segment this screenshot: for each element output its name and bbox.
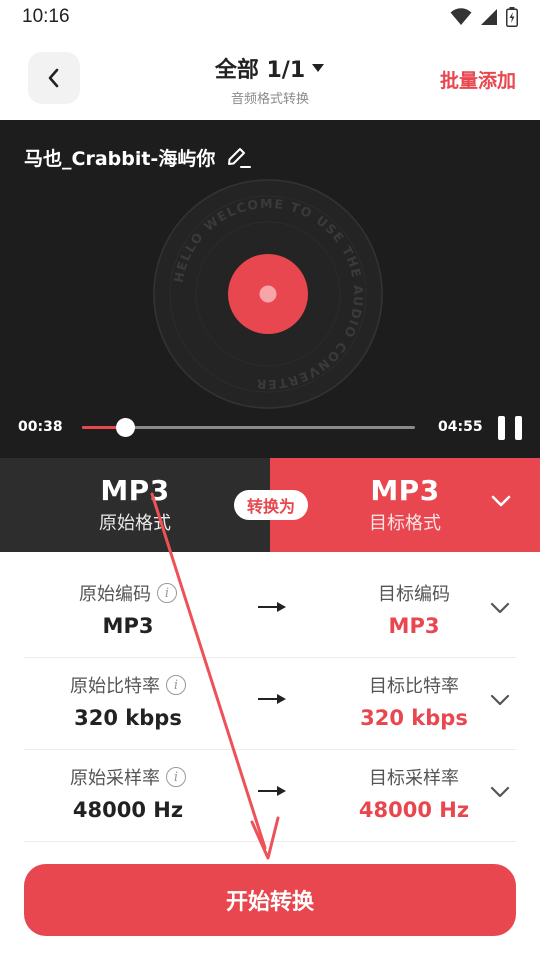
param-target-label: 目标采样率 — [369, 768, 459, 789]
info-icon[interactable]: i — [157, 583, 177, 603]
param-target-label: 目标比特率 — [369, 676, 459, 697]
format-band: MP3 原始格式 MP3 目标格式 转换为 — [0, 458, 540, 552]
signal-icon — [481, 9, 497, 25]
file-selector[interactable]: 全部 1/1 — [170, 52, 370, 84]
target-codec-selector[interactable]: 目标编码 MP3 — [324, 566, 516, 658]
vinyl-disc: HELLO WELCOME TO USE THE AUDIO CONVERTER — [153, 179, 383, 409]
track-name: 马也_Crabbit-海屿你 — [24, 148, 216, 170]
param-target-value: MP3 — [388, 614, 440, 638]
param-source: 原始编码 i MP3 — [24, 580, 232, 638]
param-source-value: MP3 — [102, 614, 154, 638]
chevron-down-icon — [490, 786, 510, 798]
status-time: 10:16 — [22, 6, 70, 27]
param-label-row: 原始比特率 i — [24, 672, 232, 698]
caret-down-icon — [312, 64, 325, 72]
title-block: 全部 1/1 音频格式转换 — [170, 52, 370, 107]
audio-player: 马也_Crabbit-海屿你 HELLO WELCOME TO USE THE … — [0, 120, 540, 458]
battery-charging-icon — [506, 7, 518, 27]
status-icons — [450, 7, 518, 27]
total-time: 04:55 — [438, 419, 483, 435]
arrow-right-icon — [258, 786, 286, 796]
info-icon[interactable]: i — [166, 767, 186, 787]
param-source: 原始比特率 i 320 kbps — [24, 672, 232, 730]
param-source-label: 原始采样率 — [70, 768, 160, 789]
target-samplerate-selector[interactable]: 目标采样率 48000 Hz — [324, 750, 516, 842]
chevron-left-icon — [48, 68, 59, 88]
target-format-selector[interactable]: MP3 目标格式 — [270, 458, 540, 552]
target-format-caption: 目标格式 — [369, 513, 441, 534]
progress-thumb[interactable] — [116, 418, 136, 437]
wifi-icon — [450, 8, 472, 25]
param-target-label: 目标编码 — [378, 584, 450, 605]
param-target[interactable]: 目标比特率 320 kbps — [324, 672, 504, 730]
source-format-panel: MP3 原始格式 — [0, 458, 270, 552]
param-row-codec: 原始编码 i MP3 目标编码 MP3 — [24, 566, 516, 658]
chevron-down-icon — [491, 495, 511, 507]
param-target-value: 48000 Hz — [358, 798, 470, 822]
param-source: 原始采样率 i 48000 Hz — [24, 764, 232, 822]
param-source-value: 48000 Hz — [72, 798, 184, 822]
pause-bar — [515, 416, 522, 440]
arrow-right-icon — [258, 694, 286, 704]
param-target[interactable]: 目标编码 MP3 — [324, 580, 504, 638]
progress-slider[interactable] — [82, 418, 415, 437]
chevron-down-icon — [490, 694, 510, 706]
param-target[interactable]: 目标采样率 48000 Hz — [324, 764, 504, 822]
batch-add-button[interactable]: 批量添加 — [440, 66, 516, 93]
pause-icon[interactable] — [498, 416, 522, 440]
track-title-row: 马也_Crabbit-海屿你 — [24, 144, 252, 171]
back-button[interactable] — [28, 52, 80, 104]
start-convert-button[interactable]: 开始转换 — [24, 864, 516, 936]
target-bitrate-selector[interactable]: 目标比特率 320 kbps — [324, 658, 516, 750]
param-label-row: 原始采样率 i — [24, 764, 232, 790]
source-format-caption: 原始格式 — [99, 513, 171, 534]
param-source-value: 320 kbps — [74, 706, 182, 730]
page-title: 全部 1/1 — [214, 58, 306, 83]
params-list: 原始编码 i MP3 目标编码 MP3 原始比特率 i 320 kbps 目标比… — [24, 566, 516, 842]
status-bar: 10:16 — [0, 0, 540, 34]
param-label-row: 原始编码 i — [24, 580, 232, 606]
param-row-samplerate: 原始采样率 i 48000 Hz 目标采样率 48000 Hz — [24, 750, 516, 842]
convert-to-badge: 转换为 — [234, 490, 308, 520]
param-target-value: 320 kbps — [360, 706, 468, 730]
param-source-label: 原始比特率 — [70, 676, 160, 697]
arrow-right-icon — [258, 602, 286, 612]
info-icon[interactable]: i — [166, 675, 186, 695]
edit-icon[interactable] — [225, 146, 252, 170]
source-format-value: MP3 — [100, 474, 170, 507]
page-subtitle: 音频格式转换 — [230, 92, 309, 107]
header: 全部 1/1 音频格式转换 批量添加 — [0, 40, 540, 118]
pause-bar — [498, 416, 505, 440]
param-row-bitrate: 原始比特率 i 320 kbps 目标比特率 320 kbps — [24, 658, 516, 750]
chevron-down-icon — [490, 602, 510, 614]
current-time: 00:38 — [18, 419, 63, 435]
param-source-label: 原始编码 — [79, 584, 151, 605]
